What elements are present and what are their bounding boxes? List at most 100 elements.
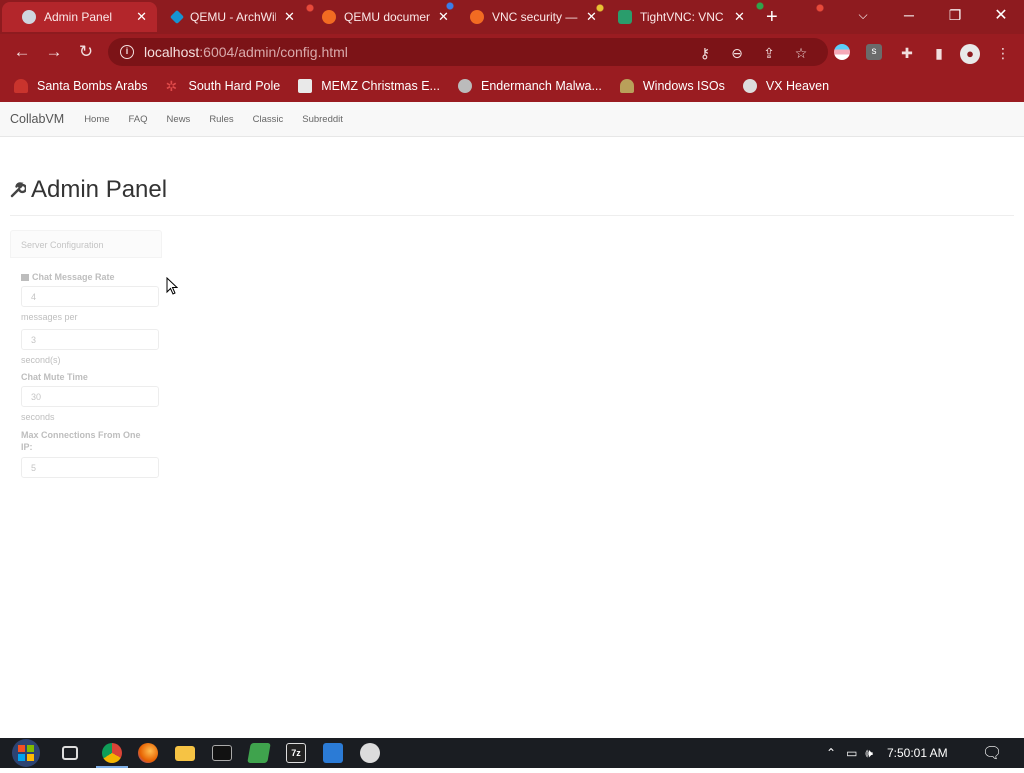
notepad-taskbar-icon[interactable] — [247, 743, 271, 763]
tightvnc-icon — [618, 10, 632, 24]
memz-icon — [298, 79, 313, 93]
tab-strip: Admin Panel ✕ QEMU - ArchWiki ✕ QEMU doc… — [0, 0, 1024, 34]
close-tab-icon[interactable]: ✕ — [586, 9, 597, 25]
qemu-icon — [322, 10, 336, 24]
tab-tightvnc[interactable]: TightVNC: VNC ✕ — [618, 2, 748, 32]
tab-qemu-archwiki[interactable]: QEMU - ArchWiki ✕ — [169, 2, 302, 32]
chat-rate-messages-input[interactable]: 4 — [21, 286, 159, 307]
bookmark-endermanch-malware[interactable]: Endermanch Malwa... — [457, 79, 602, 93]
panel-heading: Server Configuration — [10, 230, 162, 258]
profile-avatar-icon[interactable]: ● — [960, 44, 980, 64]
start-button[interactable] — [8, 738, 44, 768]
url-path: :6004/admin/config.html — [199, 44, 348, 60]
tab-title: Admin Panel — [44, 10, 113, 24]
browser-toolbar: ← → ↻ i localhost:6004/admin/config.html… — [0, 34, 1024, 70]
reload-button[interactable]: ↻ — [76, 42, 96, 62]
close-tab-icon[interactable]: ✕ — [284, 9, 295, 25]
snowflake-icon: ✲ — [165, 78, 178, 94]
extension-flag-icon[interactable] — [834, 44, 852, 62]
nav-faq[interactable]: FAQ — [129, 114, 148, 125]
globe-icon — [22, 10, 36, 24]
tab-search-button[interactable]: ⌵ — [840, 0, 886, 30]
bookmarks-bar: Santa Bombs Arabs ✲ South Hard Pole MEMZ… — [0, 70, 1024, 102]
bookmark-star-icon[interactable]: ☆ — [792, 44, 810, 62]
nav-rules[interactable]: Rules — [209, 114, 233, 125]
extensions-puzzle-icon[interactable]: ✚ — [898, 44, 916, 62]
tab-title: QEMU documentation — [344, 10, 430, 24]
windows-taskbar: 7z ⌃ ▭ 🕪 7:50:01 AM 🗨 — [0, 738, 1024, 768]
7zip-taskbar-icon[interactable]: 7z — [286, 743, 306, 763]
mute-time-input[interactable]: 30 — [21, 386, 159, 407]
chrome-taskbar-icon[interactable] — [96, 743, 128, 768]
close-window-button[interactable]: ✕ — [978, 0, 1024, 30]
nav-home[interactable]: Home — [84, 114, 109, 125]
mute-time-label: Chat Mute Time — [21, 372, 88, 382]
action-center-icon[interactable]: 🗨 — [982, 738, 1002, 768]
santa-icon — [14, 79, 28, 93]
bookmark-windows-isos[interactable]: Windows ISOs — [619, 79, 725, 93]
volume-icon[interactable]: 🕪 — [865, 746, 873, 761]
page-heading: Admin Panel — [31, 176, 168, 203]
windows-isos-icon — [619, 79, 634, 93]
page-title: Admin Panel — [10, 176, 167, 204]
paint-taskbar-icon[interactable] — [360, 743, 380, 763]
firefox-taskbar-icon[interactable] — [138, 743, 158, 763]
wrench-icon — [10, 182, 26, 198]
max-connections-input[interactable]: 5 — [21, 457, 159, 478]
tab-qemu-docs[interactable]: QEMU documentation ✕ — [322, 2, 452, 32]
tab-admin-panel[interactable]: Admin Panel ✕ — [2, 2, 157, 32]
windows-logo-icon — [12, 739, 40, 767]
app-taskbar-icon[interactable] — [323, 743, 343, 763]
messages-per-text: messages per — [21, 312, 78, 322]
url-text[interactable]: localhost:6004/admin/config.html — [144, 44, 348, 60]
nav-news[interactable]: News — [167, 114, 191, 125]
url-host: localhost — [144, 44, 200, 60]
close-tab-icon[interactable]: ✕ — [734, 9, 745, 25]
mute-unit-text: seconds — [21, 412, 55, 422]
seconds-unit-text: second(s) — [21, 355, 61, 365]
minimize-button[interactable]: ─ — [886, 0, 932, 30]
side-panel-icon[interactable]: ▮ — [930, 44, 948, 62]
tab-vnc-security[interactable]: VNC security — TigerVNC ✕ — [470, 2, 600, 32]
back-button[interactable]: ← — [12, 42, 32, 62]
zoom-icon[interactable]: ⊖ — [728, 44, 746, 62]
close-tab-icon[interactable]: ✕ — [136, 9, 147, 25]
network-icon[interactable]: ▭ — [846, 746, 857, 760]
chat-rate-seconds-input[interactable]: 3 — [21, 329, 159, 350]
tab-title: VNC security — TigerVNC — [492, 10, 578, 24]
nav-classic[interactable]: Classic — [253, 114, 284, 125]
archwiki-icon — [169, 9, 185, 25]
browser-chrome: Admin Panel ✕ QEMU - ArchWiki ✕ QEMU doc… — [0, 0, 1024, 102]
password-key-icon[interactable]: ⚷ — [696, 44, 714, 62]
site-brand[interactable]: CollabVM — [10, 112, 64, 126]
share-icon[interactable]: ⇪ — [760, 44, 778, 62]
menu-kebab-icon[interactable]: ⋮ — [994, 44, 1012, 62]
heading-divider — [10, 215, 1014, 216]
new-tab-button[interactable]: + — [766, 2, 788, 32]
bookmark-label: VX Heaven — [765, 79, 830, 93]
address-bar[interactable]: i localhost:6004/admin/config.html — [108, 38, 828, 66]
bookmark-vx-heaven[interactable]: VX Heaven — [742, 79, 830, 93]
site-info-icon[interactable]: i — [120, 45, 134, 59]
file-explorer-icon[interactable] — [175, 746, 195, 761]
clock[interactable]: 7:50:01 AM — [887, 746, 948, 760]
forward-button[interactable]: → — [44, 42, 64, 62]
bookmark-memz-christmas[interactable]: MEMZ Christmas E... — [298, 79, 440, 93]
tab-title: TightVNC: VNC — [640, 10, 724, 24]
vx-heaven-icon — [742, 79, 757, 93]
show-hidden-icons-icon[interactable]: ⌃ — [826, 746, 836, 760]
extension-s-icon[interactable]: s — [866, 44, 884, 62]
site-navbar: CollabVM Home FAQ News Rules Classic Sub… — [0, 102, 1024, 137]
close-tab-icon[interactable]: ✕ — [438, 9, 449, 25]
cmd-taskbar-icon[interactable] — [212, 745, 232, 761]
nav-subreddit[interactable]: Subreddit — [302, 114, 343, 125]
tigervnc-icon — [470, 10, 484, 24]
mouse-cursor-icon — [166, 277, 178, 295]
task-view-icon[interactable] — [62, 746, 78, 760]
restore-button[interactable]: ❐ — [932, 0, 978, 30]
bookmark-label: Santa Bombs Arabs — [37, 79, 148, 93]
bookmark-label: South Hard Pole — [188, 79, 281, 93]
max-connections-label: Max Connections From One IP: — [21, 430, 141, 452]
bookmark-santa-bombs-arabs[interactable]: Santa Bombs Arabs — [14, 79, 147, 93]
bookmark-south-hard-pole[interactable]: ✲ South Hard Pole — [165, 79, 280, 93]
